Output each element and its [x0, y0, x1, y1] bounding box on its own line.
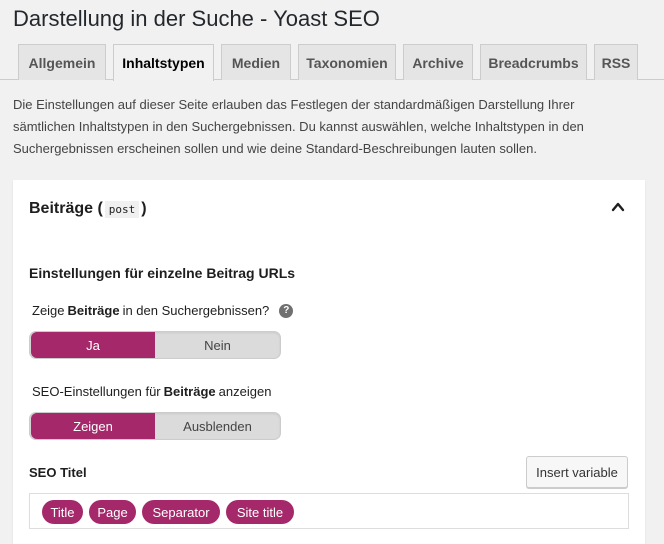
tab-inhaltstypen[interactable]: Inhaltstypen [113, 44, 214, 81]
variable-pill-separator[interactable]: Separator [142, 500, 220, 524]
show-in-search-label: Zeige Beiträge in den Suchergebnissen? ? [32, 303, 294, 318]
option-zeigen[interactable]: Zeigen [31, 413, 155, 439]
option-ja[interactable]: Ja [31, 332, 155, 358]
show-in-search-toggle: Ja Nein [29, 331, 281, 359]
variable-pill-page[interactable]: Page [89, 500, 136, 524]
intro-text: Die Einstellungen auf dieser Seite erlau… [13, 94, 653, 160]
label-bold: Beiträge [163, 384, 216, 399]
label-prefix: SEO-Einstellungen für [32, 384, 161, 399]
tab-taxonomien[interactable]: Taxonomien [298, 44, 396, 80]
intro-line-3: Suchergebnissen erscheinen sollen und wi… [13, 141, 537, 156]
intro-line-1: Die Einstellungen auf dieser Seite erlau… [13, 97, 575, 112]
seo-settings-label: SEO-Einstellungen für Beiträge anzeigen [32, 384, 271, 399]
label-prefix: Zeige [32, 303, 65, 318]
insert-variable-button[interactable]: Insert variable [526, 456, 628, 488]
tab-allgemein[interactable]: Allgemein [18, 44, 106, 80]
seo-title-label: SEO Titel [29, 465, 87, 480]
seo-title-editor[interactable]: Title Page Separator Site title [29, 493, 629, 529]
variable-pill-title[interactable]: Title [42, 500, 83, 524]
variable-pill-site-title[interactable]: Site title [226, 500, 294, 524]
seo-settings-toggle: Zeigen Ausblenden [29, 412, 281, 440]
post-type-code: post [104, 200, 140, 218]
panel-title-close: ) [141, 200, 147, 217]
option-nein[interactable]: Nein [155, 332, 280, 358]
panel-title: Beiträge ( [29, 200, 103, 217]
label-bold: Beiträge [67, 303, 120, 318]
option-ausblenden[interactable]: Ausblenden [155, 413, 280, 439]
label-suffix: anzeigen [218, 384, 272, 399]
intro-line-2: sämtlichen Inhaltstypen in den Suchergeb… [13, 119, 584, 134]
section-title: Einstellungen für einzelne Beitrag URLs [29, 265, 296, 281]
label-suffix: in den Suchergebnissen? [122, 303, 270, 318]
panel-header[interactable]: Beiträge ( post ) [29, 200, 147, 218]
chevron-up-icon[interactable] [611, 200, 625, 214]
help-icon[interactable]: ? [279, 303, 294, 318]
tab-archive[interactable]: Archive [403, 44, 473, 80]
tab-breadcrumbs[interactable]: Breadcrumbs [480, 44, 587, 80]
page-title: Darstellung in der Suche - Yoast SEO [13, 6, 380, 31]
tab-rss[interactable]: RSS [594, 44, 638, 80]
tab-bar: Allgemein Inhaltstypen Medien Taxonomien… [0, 43, 664, 81]
tab-medien[interactable]: Medien [221, 44, 291, 80]
post-type-panel: Beiträge ( post ) Einstellungen für einz… [13, 180, 645, 544]
